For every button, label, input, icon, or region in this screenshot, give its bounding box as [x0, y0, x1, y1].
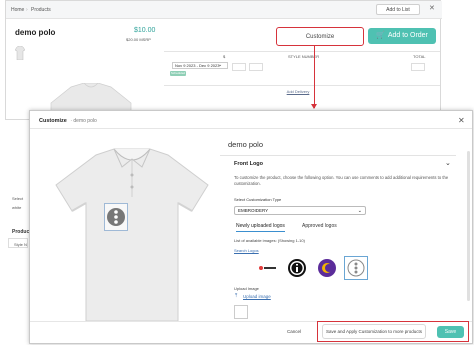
upload-icon[interactable]: ⤒ [235, 293, 237, 299]
list-count-label: List of available images: (Showing 1-10) [234, 238, 305, 243]
upload-label: Upload Image [234, 286, 259, 291]
chevron-down-icon[interactable]: ⌄ [445, 159, 451, 167]
section-description: To customize the product, choose the fol… [234, 175, 449, 186]
msrp: $20.00 MSRP [126, 37, 151, 42]
chevron-down-icon[interactable]: ⌄ [218, 62, 222, 68]
divider [220, 155, 456, 156]
product-name: demo polo [228, 140, 264, 149]
upload-image-link[interactable]: Upload image [243, 294, 271, 299]
tab-approved-logos[interactable]: Approved logos [302, 223, 337, 229]
table-divider [164, 85, 440, 86]
style-row [8, 238, 28, 248]
add-to-order-label: Add to Order [387, 32, 428, 39]
cart-icon: 🛒 [376, 32, 385, 39]
modal-title-text: Customize [39, 118, 67, 124]
search-logos-link[interactable]: Search Logos [234, 248, 259, 253]
modal-subtitle: · demo polo [70, 118, 97, 124]
annotation-arrow [314, 45, 315, 108]
close-icon[interactable]: ✕ [458, 116, 465, 125]
logo-thumbnail-selected[interactable] [344, 256, 368, 280]
price: $10.00 [134, 27, 156, 34]
modal-title: Customize · demo polo [39, 118, 97, 124]
select-label: Select [12, 196, 24, 201]
logo-thumbnail[interactable] [316, 257, 338, 279]
color-value: white [12, 205, 22, 210]
breadcrumb-products[interactable]: Products [31, 7, 51, 13]
customization-type-value: EMBROIDERY [238, 208, 269, 213]
annotation-arrow-head [311, 104, 317, 109]
chevron-down-icon: ⌄ [357, 208, 362, 214]
breadcrumb-home[interactable]: Home [11, 7, 24, 13]
scrollbar[interactable] [467, 151, 470, 301]
tab-newly-uploaded[interactable]: Newly uploaded logos [236, 223, 285, 232]
table-divider [164, 51, 440, 52]
total-cell [411, 63, 425, 71]
cancel-button[interactable]: Cancel [282, 327, 306, 337]
add-to-list-button[interactable]: Add to List [376, 4, 420, 15]
quantity-cell[interactable] [232, 63, 246, 71]
logo-thumbnail[interactable] [256, 257, 278, 279]
section-title[interactable]: Front Logo [234, 161, 263, 167]
breadcrumb-separator: › [26, 7, 28, 13]
logo-thumbnail[interactable] [286, 257, 308, 279]
thumbnail-shirt-image[interactable] [15, 46, 25, 60]
uploaded-image-preview[interactable] [234, 305, 248, 319]
table-header-price: $ [223, 54, 226, 59]
customization-type-label: Select Customization Type [234, 197, 282, 202]
quantity-cell[interactable] [249, 63, 263, 71]
modal-subtitle-text: demo polo [73, 118, 97, 124]
customize-modal: Customize · demo polo ✕ demo polo Front … [29, 110, 473, 344]
product-title: demo polo [15, 28, 56, 37]
customize-button[interactable]: Customize [276, 27, 364, 46]
customization-type-select[interactable]: EMBROIDERY ⌄ [234, 206, 366, 215]
placed-logo-icon [107, 208, 125, 226]
logo-placement-area[interactable] [104, 203, 128, 231]
annotation-highlight-box [317, 321, 469, 342]
status-badge: Scheduled [170, 71, 186, 76]
add-to-order-button[interactable]: 🛒 Add to Order [368, 28, 436, 44]
polo-shirt-image [55, 148, 209, 321]
product-page-window: Home › Products Add to List ✕ demo polo … [5, 0, 442, 121]
close-icon[interactable]: ✕ [429, 4, 435, 12]
table-header-total: TOTAL [413, 54, 426, 59]
